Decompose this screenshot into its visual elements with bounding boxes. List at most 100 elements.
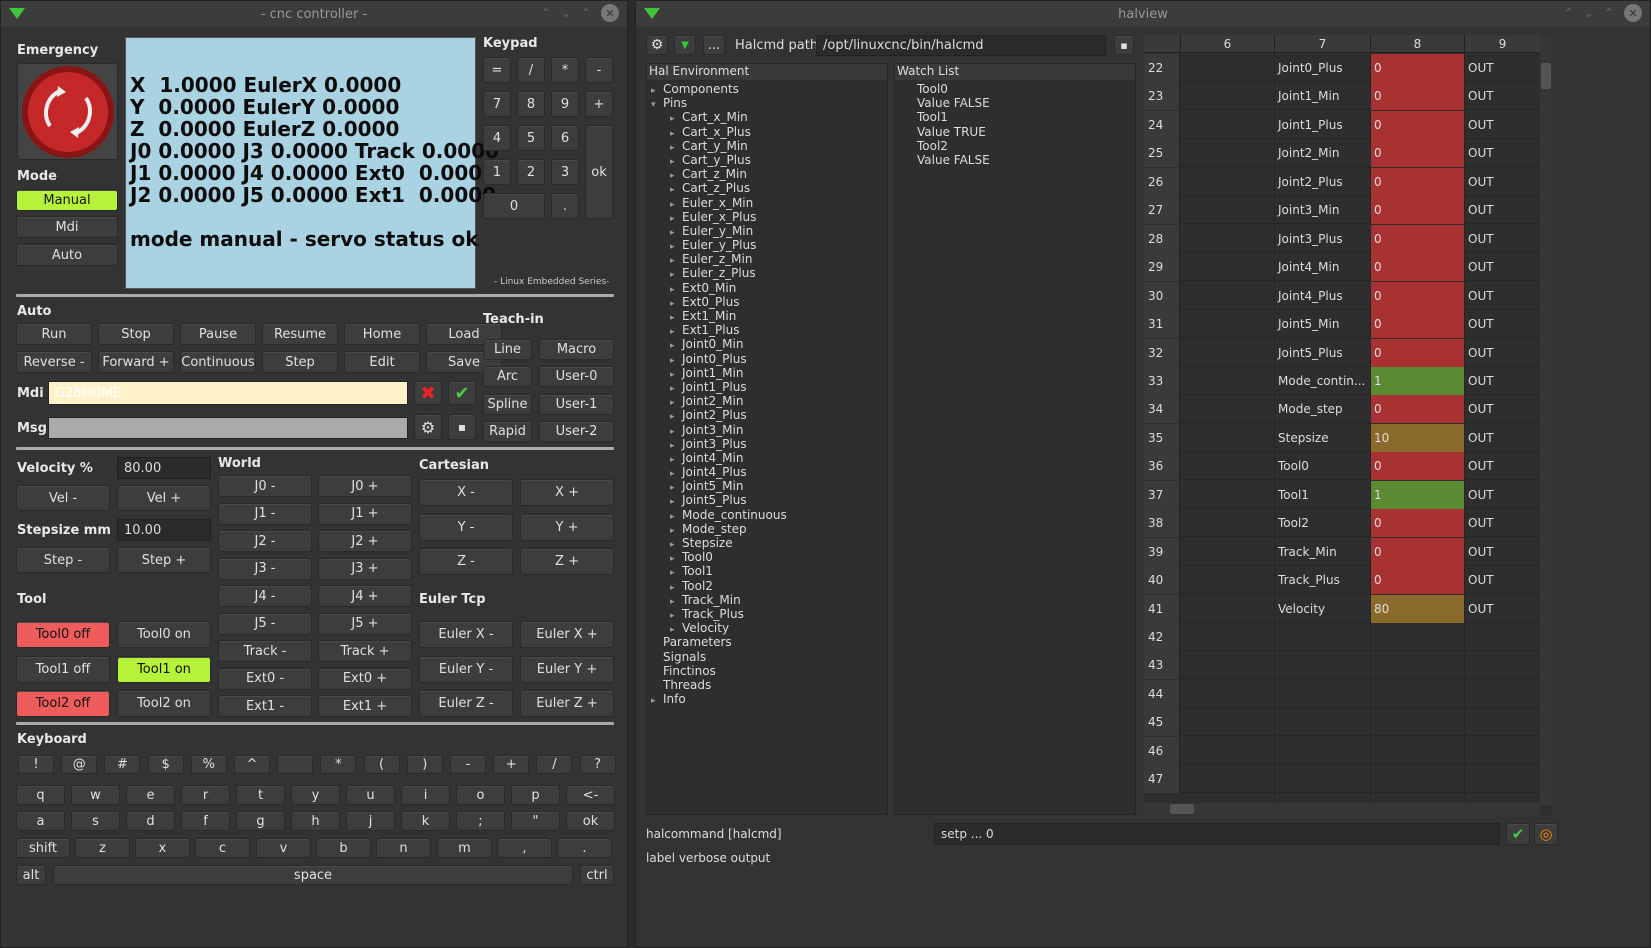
horizontal-scrollbar[interactable] bbox=[1144, 803, 1540, 815]
step-minus-button[interactable]: Step - bbox=[16, 547, 110, 573]
tree-pin-euler-x-min[interactable]: ▸ Euler_x_Min bbox=[651, 196, 887, 210]
key-space[interactable]: space bbox=[53, 865, 573, 885]
key-d[interactable]: d bbox=[126, 811, 175, 831]
key-y[interactable]: y bbox=[291, 785, 340, 805]
pin-value[interactable]: 0 bbox=[1370, 395, 1464, 424]
shade-icon[interactable]: ⌃ bbox=[541, 6, 551, 20]
pin-value[interactable] bbox=[1370, 765, 1464, 793]
world-j2-minus-button[interactable]: J2 - bbox=[218, 530, 312, 552]
key-x[interactable]: x bbox=[135, 838, 190, 858]
keypad-key-button[interactable]: - bbox=[585, 57, 613, 83]
pin-value[interactable]: 1 bbox=[1370, 480, 1464, 509]
key-key[interactable]: * bbox=[320, 755, 357, 774]
tree-pin-track-plus[interactable]: ▸ Track_Plus bbox=[651, 607, 887, 621]
tree-pin-joint3-min[interactable]: ▸ Joint3_Min bbox=[651, 423, 887, 437]
tree-pin-joint2-min[interactable]: ▸ Joint2_Min bbox=[651, 394, 887, 408]
cartesian-x-minus-button[interactable]: X - bbox=[419, 479, 513, 506]
pin-value[interactable]: 0 bbox=[1370, 338, 1464, 367]
pin-value[interactable] bbox=[1370, 651, 1464, 679]
tool1-on-button[interactable]: Tool1 on bbox=[117, 655, 211, 683]
pin-value[interactable]: 0 bbox=[1370, 452, 1464, 481]
key-n[interactable]: n bbox=[376, 838, 431, 858]
table-row[interactable]: 35 Stepsize 10 OUT bbox=[1144, 423, 1540, 452]
euler-euler-x-plus-button[interactable]: Euler X + bbox=[520, 621, 614, 648]
keypad-5-button[interactable]: 5 bbox=[517, 125, 545, 151]
home-button[interactable]: Home bbox=[344, 323, 420, 345]
pin-value[interactable]: 0 bbox=[1370, 196, 1464, 225]
key-h[interactable]: h bbox=[291, 811, 340, 831]
key-key[interactable]: ! bbox=[18, 755, 54, 774]
world-j3-plus-button[interactable]: J3 + bbox=[318, 557, 412, 580]
key-s[interactable]: s bbox=[71, 811, 120, 831]
column-header-7[interactable]: 7 bbox=[1274, 35, 1370, 53]
table-row[interactable]: 33 Mode_contin... 1 OUT bbox=[1144, 366, 1540, 395]
tree-pin-mode-continuous[interactable]: ▸ Mode_continuous bbox=[651, 508, 887, 522]
key-v[interactable]: v bbox=[256, 838, 311, 858]
mode-manual-button[interactable]: Manual bbox=[16, 189, 118, 211]
teachin-line-button[interactable]: Line bbox=[483, 339, 532, 360]
halview-menu-button[interactable]: ▼ bbox=[674, 35, 696, 55]
table-row[interactable]: 23 Joint1_Min 0 OUT bbox=[1144, 82, 1540, 111]
column-header-9[interactable]: 9 bbox=[1464, 35, 1540, 53]
mode-auto-button[interactable]: Auto bbox=[16, 244, 118, 266]
msg-settings-button[interactable]: ⚙ bbox=[414, 414, 442, 440]
keypad-key-button[interactable]: * bbox=[551, 57, 579, 83]
key-ok[interactable]: ok bbox=[566, 811, 615, 831]
tree-item-finctinos[interactable]: Finctinos bbox=[651, 664, 887, 678]
pin-value[interactable] bbox=[1370, 708, 1464, 736]
edit-button[interactable]: Edit bbox=[344, 351, 420, 373]
table-row[interactable]: 24 Joint1_Plus 0 OUT bbox=[1144, 110, 1540, 139]
keypad-6-button[interactable]: 6 bbox=[551, 125, 579, 151]
world-track-plus-button[interactable]: Track + bbox=[318, 640, 412, 662]
keypad-4-button[interactable]: 4 bbox=[483, 125, 511, 151]
tree-pin-joint5-plus[interactable]: ▸ Joint5_Plus bbox=[651, 493, 887, 507]
key-f[interactable]: f bbox=[181, 811, 230, 831]
window-menu-icon[interactable] bbox=[9, 8, 25, 19]
key-c[interactable]: c bbox=[195, 838, 250, 858]
keypad-7-button[interactable]: 7 bbox=[483, 91, 511, 117]
tree-pin-euler-z-plus[interactable]: ▸ Euler_z_Plus bbox=[651, 266, 887, 280]
key-key[interactable]: ( bbox=[363, 755, 400, 774]
euler-euler-x-minus-button[interactable]: Euler X - bbox=[419, 621, 513, 648]
tree-pin-cart-z-min[interactable]: ▸ Cart_z_Min bbox=[651, 167, 887, 181]
minimize-icon[interactable]: ⌄ bbox=[1584, 6, 1594, 20]
pin-value[interactable]: 1 bbox=[1370, 366, 1464, 395]
shade-icon[interactable]: ⌃ bbox=[1564, 6, 1574, 20]
velocity-spinbox[interactable]: 80.00 bbox=[117, 457, 211, 479]
path-save-button[interactable]: ▪ bbox=[1114, 35, 1134, 55]
pin-value[interactable]: 0 bbox=[1370, 224, 1464, 253]
tree-item-pins[interactable]: ▾ Pins bbox=[651, 96, 887, 110]
key-e[interactable]: e bbox=[126, 785, 175, 805]
tool2-off-button[interactable]: Tool2 off bbox=[16, 690, 110, 717]
tree-pin-euler-x-plus[interactable]: ▸ Euler_x_Plus bbox=[651, 210, 887, 224]
key-m[interactable]: m bbox=[437, 838, 492, 858]
table-row[interactable]: 36 Tool0 0 OUT bbox=[1144, 452, 1540, 481]
window-menu-icon[interactable] bbox=[644, 8, 660, 19]
key-r[interactable]: r bbox=[181, 785, 230, 805]
browse-button[interactable]: ... bbox=[703, 35, 725, 55]
teachin-macro-button[interactable]: Macro bbox=[539, 339, 614, 360]
world-ext0-minus-button[interactable]: Ext0 - bbox=[218, 667, 312, 690]
tree-pin-joint0-plus[interactable]: ▸ Joint0_Plus bbox=[651, 352, 887, 366]
euler-euler-y-plus-button[interactable]: Euler Y + bbox=[520, 655, 614, 683]
pin-value[interactable]: 0 bbox=[1370, 310, 1464, 339]
keypad-key-button[interactable]: + bbox=[585, 91, 613, 117]
table-row[interactable]: 28 Joint3_Plus 0 OUT bbox=[1144, 224, 1540, 253]
watch-pin[interactable]: Tool0 bbox=[917, 82, 1127, 96]
teachin-rapid-button[interactable]: Rapid bbox=[483, 420, 532, 442]
stop-button[interactable]: Stop bbox=[98, 323, 174, 345]
tree-item-info[interactable]: ▸ Info bbox=[651, 692, 887, 706]
keypad-dot-button[interactable]: . bbox=[551, 193, 579, 219]
tree-pin-tool2[interactable]: ▸ Tool2 bbox=[651, 579, 887, 593]
key-key[interactable]: $ bbox=[147, 755, 184, 774]
tree-pin-joint0-min[interactable]: ▸ Joint0_Min bbox=[651, 337, 887, 351]
vertical-scroll-thumb[interactable] bbox=[1541, 63, 1551, 89]
cartesian-z-plus-button[interactable]: Z + bbox=[520, 548, 614, 575]
cartesian-y-minus-button[interactable]: Y - bbox=[419, 513, 513, 541]
vel-minus-button[interactable]: Vel - bbox=[16, 485, 110, 511]
column-header-6[interactable]: 6 bbox=[1180, 35, 1274, 53]
table-row[interactable]: 29 Joint4_Min 0 OUT bbox=[1144, 253, 1540, 282]
watch-pin[interactable]: Tool2 bbox=[917, 139, 1127, 153]
world-j2-plus-button[interactable]: J2 + bbox=[318, 530, 412, 552]
tree-pin-velocity[interactable]: ▸ Velocity bbox=[651, 621, 887, 635]
